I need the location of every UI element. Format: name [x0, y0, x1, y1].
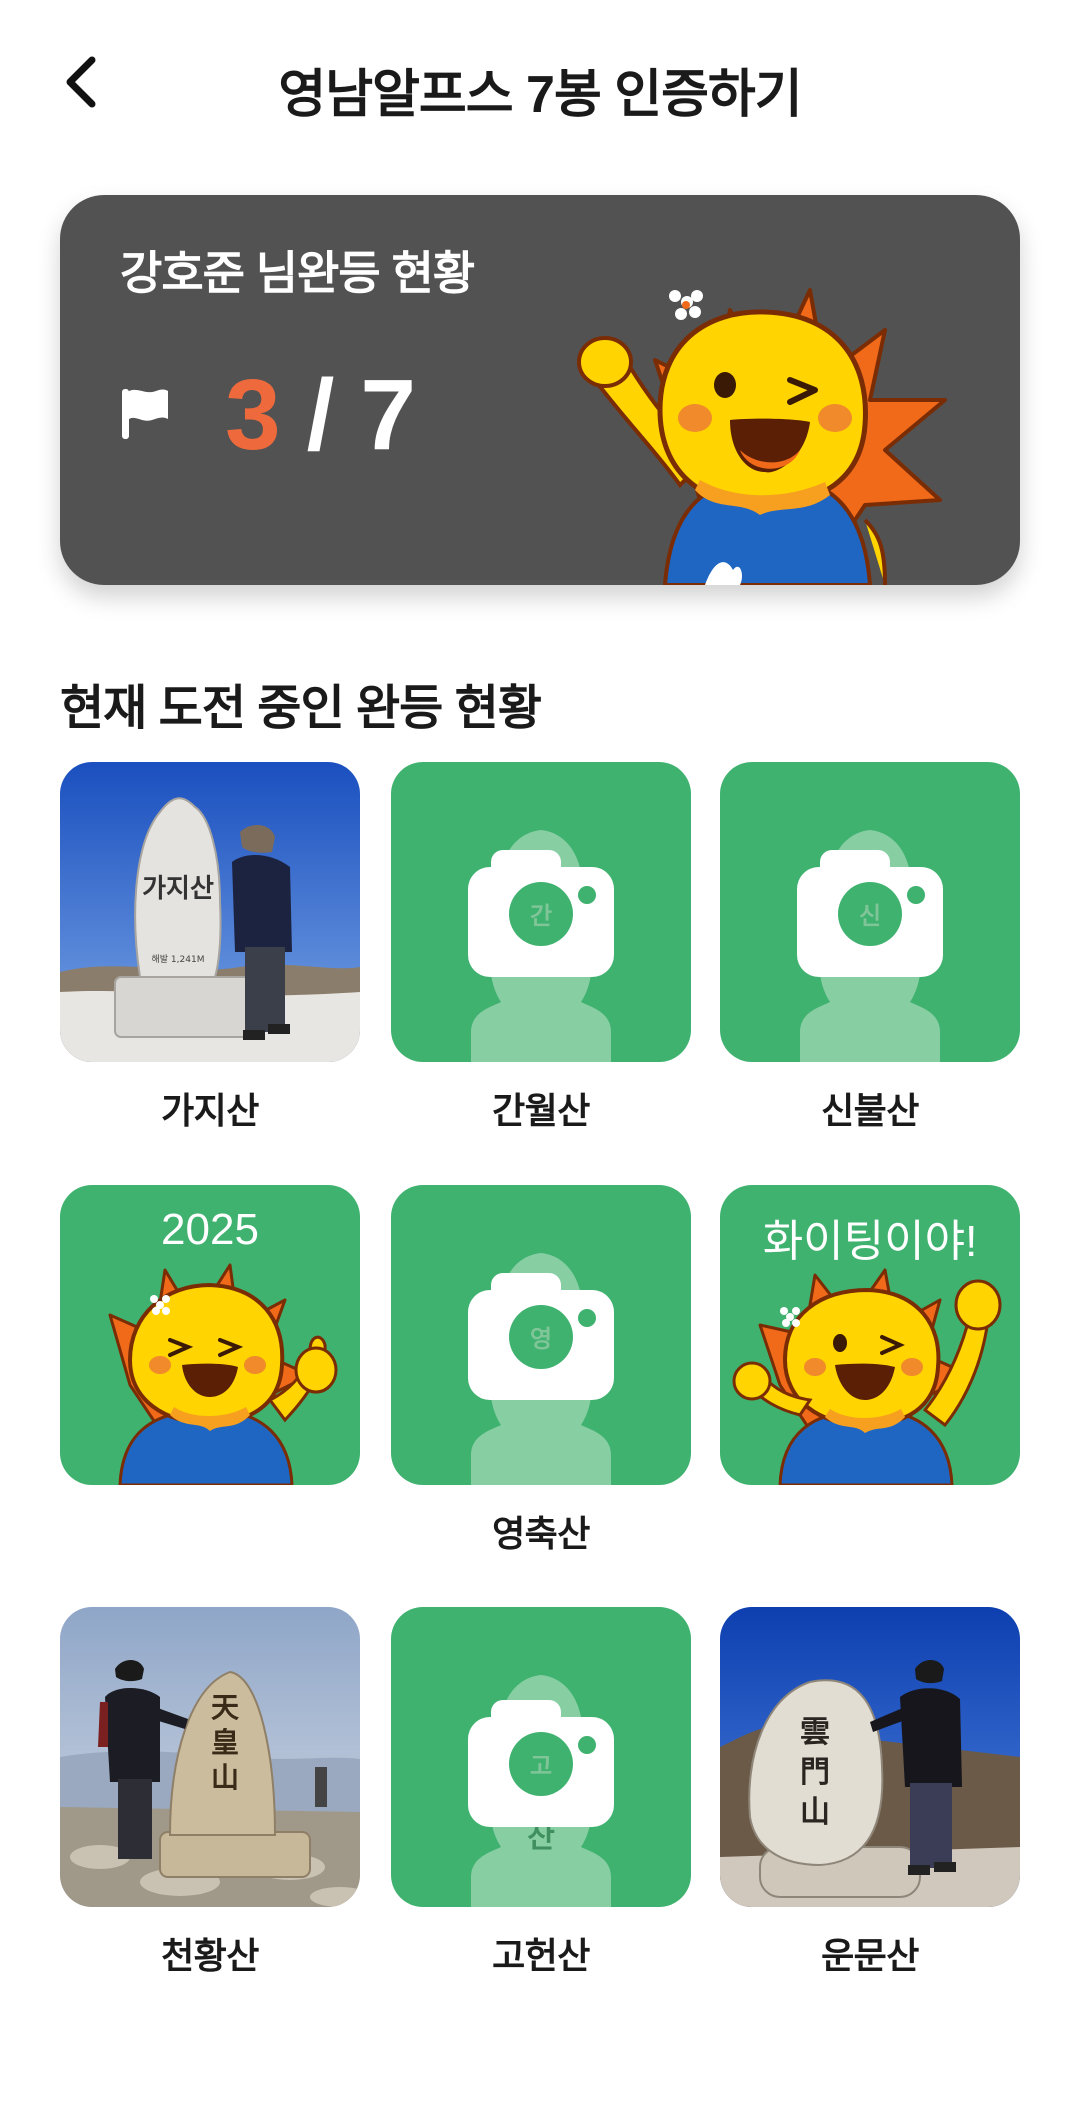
flag-icon — [122, 389, 168, 439]
mountain-label: 고헌산 — [492, 1935, 590, 1976]
completion-count: 3/7 — [225, 365, 416, 465]
mountain-tile-sinbulsan[interactable]: 산 신 — [720, 762, 1020, 1062]
header-bar: 영남알프스 7봉 인증하기 — [0, 0, 1080, 165]
mountain-tile-unmunsan[interactable]: 雲 門 山 — [720, 1607, 1020, 1907]
svg-text:영: 영 — [530, 1324, 552, 1353]
completed-count: 3 — [225, 359, 281, 471]
svg-text:고: 고 — [530, 1751, 552, 1780]
count-separator: / — [306, 359, 335, 471]
mountain-label: 신불산 — [821, 1090, 919, 1131]
mascot-tile-2025: 2025 — [60, 1185, 360, 1485]
section-title: 현재 도전 중인 완등 현황 — [60, 682, 542, 735]
svg-text:山: 山 — [211, 1761, 239, 1794]
mountain-tile-goheonsan[interactable]: 산 고 — [391, 1607, 691, 1907]
certified-photo: 가지산 해발 1,241M — [60, 762, 360, 1062]
total-count: 7 — [360, 359, 417, 471]
mascot-waving-illustration — [577, 288, 947, 585]
svg-text:雲: 雲 — [800, 1715, 830, 1750]
certified-photo: 雲 門 山 — [720, 1607, 1020, 1907]
mascot-tile-cheer: 화이팅이야! — [720, 1185, 1020, 1485]
camera-placeholder: 산 고 — [468, 1675, 614, 1907]
completion-status-card: 강호준 님완등 현황 3/7 — [60, 195, 1020, 585]
mountain-label: 영축산 — [492, 1513, 590, 1554]
svg-text:신: 신 — [859, 901, 881, 930]
page-title: 영남알프스 7봉 인증하기 — [278, 66, 802, 124]
mountain-tile-yeongchuksan[interactable]: 산 영 — [391, 1185, 691, 1485]
svg-text:山: 山 — [800, 1795, 830, 1830]
svg-text:天: 天 — [211, 1691, 239, 1724]
camera-placeholder: 산 영 — [468, 1253, 614, 1485]
stone-text: 가지산 — [142, 874, 214, 904]
tile-banner-text: 2025 — [161, 1205, 259, 1254]
mountain-label: 천황산 — [161, 1935, 259, 1976]
mountain-label: 간월산 — [492, 1090, 590, 1131]
status-title: 강호준 님완등 현황 — [120, 247, 475, 299]
svg-text:門: 門 — [800, 1755, 830, 1790]
svg-text:皇: 皇 — [211, 1726, 239, 1759]
mountain-label: 운문산 — [821, 1935, 919, 1976]
mountain-tile-gajisan[interactable]: 가지산 해발 1,241M — [60, 762, 360, 1062]
camera-placeholder: 산 간 — [468, 830, 614, 1062]
stone-sub: 해발 1,241M — [152, 954, 205, 965]
mountain-label: 가지산 — [161, 1090, 259, 1131]
mountain-tile-ganwolsan[interactable]: 산 간 — [391, 762, 691, 1062]
svg-text:간: 간 — [530, 901, 552, 930]
certified-photo: 天 皇 山 — [60, 1607, 360, 1907]
camera-placeholder: 산 신 — [797, 830, 943, 1062]
tile-banner-text: 화이팅이야! — [762, 1217, 978, 1266]
mountain-tile-cheonhwangsan[interactable]: 天 皇 山 — [60, 1607, 360, 1907]
